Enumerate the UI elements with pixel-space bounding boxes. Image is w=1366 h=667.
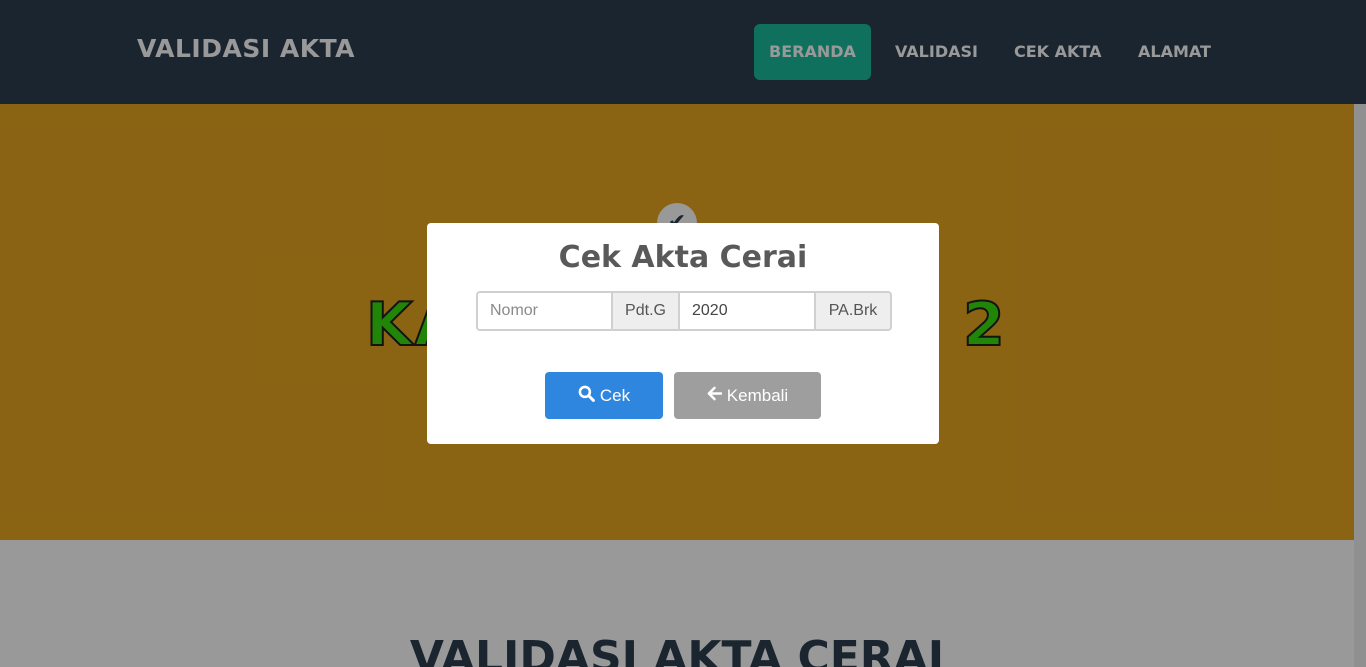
nomor-perkara-input-group: Pdt.G PA.Brk: [476, 291, 892, 331]
kembali-button[interactable]: Kembali: [674, 372, 821, 419]
pa-brk-addon: PA.Brk: [816, 291, 892, 331]
modal-title: Cek Akta Cerai: [558, 240, 808, 275]
pdt-g-addon: Pdt.G: [613, 291, 680, 331]
tahun-input[interactable]: [680, 291, 816, 331]
arrow-left-icon: [707, 386, 723, 406]
search-icon: [578, 385, 595, 407]
kembali-button-label: Kembali: [726, 385, 789, 405]
cek-akta-modal: Cek Akta Cerai Pdt.G PA.Brk Cek Kembali: [427, 223, 939, 444]
nomor-input[interactable]: [476, 291, 613, 331]
cek-button[interactable]: Cek: [545, 372, 663, 419]
cek-button-label: Cek: [599, 385, 631, 405]
